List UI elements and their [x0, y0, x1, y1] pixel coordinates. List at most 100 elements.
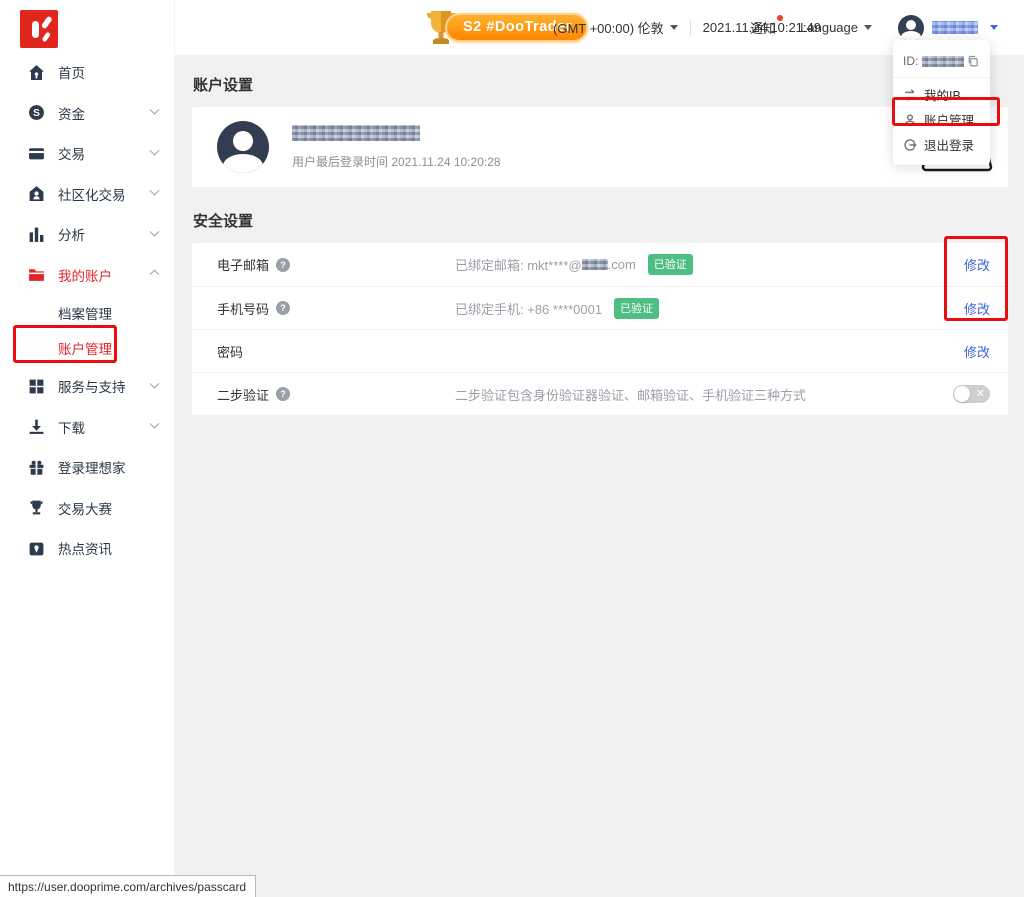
sidebar-item-label: 交易 — [58, 143, 85, 163]
email-value-suffix: .com — [608, 257, 636, 272]
sidebar-item-label: 服务与支持 — [58, 376, 126, 396]
divider — [690, 20, 691, 36]
sidebar-item-services-support[interactable]: 服务与支持 — [0, 366, 174, 407]
chevron-down-icon — [150, 419, 160, 429]
sidebar-item-label: 热点资讯 — [58, 538, 112, 558]
community-icon — [28, 185, 45, 202]
sidebar-item-analysis[interactable]: 分析 — [0, 214, 174, 255]
download-icon — [28, 418, 45, 435]
sidebar-subitem-label: 账户管理 — [58, 338, 112, 358]
redacted-user-id — [922, 56, 964, 67]
caret-down-icon[interactable] — [990, 25, 998, 30]
sidebar-item-label: 登录理想家 — [58, 457, 126, 477]
password-label: 密码 — [217, 342, 243, 361]
security-row-email: 电子邮箱 ? 已绑定邮箱: mkt****@ .com 已验证 修改 — [192, 243, 1008, 286]
account-management-page: 首页 S 资金 交易 社区化交易 分析 — [0, 0, 1024, 897]
timezone-selector[interactable]: (GMT +00:00) 伦敦 — [553, 18, 678, 37]
caret-down-icon — [670, 25, 678, 30]
sidebar-item-label: 社区化交易 — [58, 184, 126, 204]
svg-text:S: S — [33, 108, 40, 119]
verified-badge: 已验证 — [614, 298, 659, 319]
sidebar-item-download[interactable]: 下载 — [0, 407, 174, 448]
user-dropdown-menu: ID: 我的IB 账户管理 退出登录 — [893, 40, 990, 165]
chevron-down-icon — [150, 145, 160, 155]
email-value-prefix: 已绑定邮箱: mkt****@ — [455, 255, 582, 274]
account-settings-title: 账户设置 — [193, 74, 1008, 95]
notifications-label: 通知 — [750, 21, 776, 36]
status-url: https://user.dooprime.com/archives/passc… — [8, 880, 246, 894]
sidebar-item-funds[interactable]: S 资金 — [0, 93, 174, 134]
chevron-down-icon — [150, 105, 160, 115]
sidebar-item-community-trading[interactable]: 社区化交易 — [0, 174, 174, 215]
row-label-wrap: 密码 — [217, 342, 455, 361]
menu-item-account-management[interactable]: 账户管理 — [893, 107, 990, 132]
menu-item-logout[interactable]: 退出登录 — [893, 132, 990, 157]
security-row-phone: 手机号码 ? 已绑定手机: +86 ****0001 已验证 修改 — [192, 286, 1008, 329]
caret-down-icon — [864, 25, 872, 30]
sidebar-nav: 首页 S 资金 交易 社区化交易 分析 — [0, 0, 174, 569]
help-icon[interactable]: ? — [276, 301, 290, 315]
analysis-icon — [28, 226, 45, 243]
last-login-time: 用户最后登录时间 2021.11.24 10:20:28 — [292, 153, 501, 170]
help-icon[interactable]: ? — [276, 387, 290, 401]
browser-status-bar: https://user.dooprime.com/archives/passc… — [0, 875, 256, 897]
verified-badge: 已验证 — [648, 254, 693, 275]
chevron-down-icon — [150, 186, 160, 196]
toggle-off-x-icon: ✕ — [976, 386, 985, 402]
help-icon[interactable]: ? — [276, 258, 290, 272]
email-value: 已绑定邮箱: mkt****@ .com 已验证 — [455, 254, 693, 275]
two-factor-label: 二步验证 — [217, 385, 269, 404]
sidebar-item-home[interactable]: 首页 — [0, 52, 174, 93]
news-icon — [28, 540, 45, 557]
logout-icon — [903, 138, 917, 152]
chevron-up-icon — [150, 270, 160, 280]
security-settings-title: 安全设置 — [193, 210, 1008, 231]
sidebar: 首页 S 资金 交易 社区化交易 分析 — [0, 0, 175, 897]
menu-item-label: 账户管理 — [924, 110, 974, 129]
profile-avatar — [217, 121, 269, 173]
sidebar-subitem-archives[interactable]: 档案管理 — [0, 295, 174, 331]
user-avatar[interactable] — [898, 15, 924, 41]
chevron-down-icon — [150, 378, 160, 388]
home-icon — [28, 64, 45, 81]
sidebar-subitem-account-management[interactable]: 账户管理 — [0, 331, 174, 367]
sidebar-item-ideal-home[interactable]: 登录理想家 — [0, 447, 174, 488]
language-selector[interactable]: Language — [800, 20, 872, 35]
user-icon — [903, 113, 917, 127]
redacted-username — [932, 21, 978, 34]
redacted-profile-name — [292, 125, 420, 141]
security-row-password: 密码 修改 — [192, 329, 1008, 372]
sidebar-item-trade[interactable]: 交易 — [0, 133, 174, 174]
security-card: 电子邮箱 ? 已绑定邮箱: mkt****@ .com 已验证 修改 手机号码 … — [192, 243, 1008, 415]
sidebar-item-hot-news[interactable]: 热点资讯 — [0, 528, 174, 569]
dooprime-logo-icon[interactable] — [20, 10, 58, 48]
chevron-down-icon — [150, 226, 160, 236]
sidebar-item-label: 资金 — [58, 103, 85, 123]
notifications-button[interactable]: 通知 — [750, 18, 776, 37]
sidebar-item-my-account[interactable]: 我的账户 — [0, 255, 174, 296]
sidebar-item-label: 我的账户 — [58, 265, 112, 285]
gift-icon — [28, 459, 45, 476]
copy-icon[interactable] — [967, 55, 979, 67]
main-content: 账户设置 用户最后登录时间 2021.11.24 10:20:28 安全设置 电… — [175, 55, 1024, 897]
toggle-knob — [954, 386, 970, 402]
trade-icon — [28, 145, 45, 162]
folder-icon — [28, 266, 45, 283]
sidebar-item-trading-contest[interactable]: 交易大赛 — [0, 488, 174, 529]
row-label-wrap: 电子邮箱 ? — [217, 255, 455, 274]
menu-item-my-ib[interactable]: 我的IB — [893, 82, 990, 107]
modify-phone-link[interactable]: 修改 — [964, 299, 990, 318]
modify-password-link[interactable]: 修改 — [964, 342, 990, 361]
sidebar-item-label: 交易大赛 — [58, 498, 112, 518]
redacted-email-domain — [582, 259, 608, 270]
language-label: Language — [800, 20, 858, 35]
funds-icon: S — [28, 104, 45, 121]
phone-label: 手机号码 — [217, 299, 269, 318]
notification-dot — [777, 15, 783, 21]
modify-email-link[interactable]: 修改 — [964, 255, 990, 274]
two-factor-toggle[interactable]: ✕ — [953, 385, 990, 403]
profile-card: 用户最后登录时间 2021.11.24 10:20:28 — [192, 107, 1008, 187]
swap-icon — [903, 88, 917, 102]
user-id-label: ID: — [903, 54, 918, 68]
user-id-row: ID: — [893, 46, 990, 78]
